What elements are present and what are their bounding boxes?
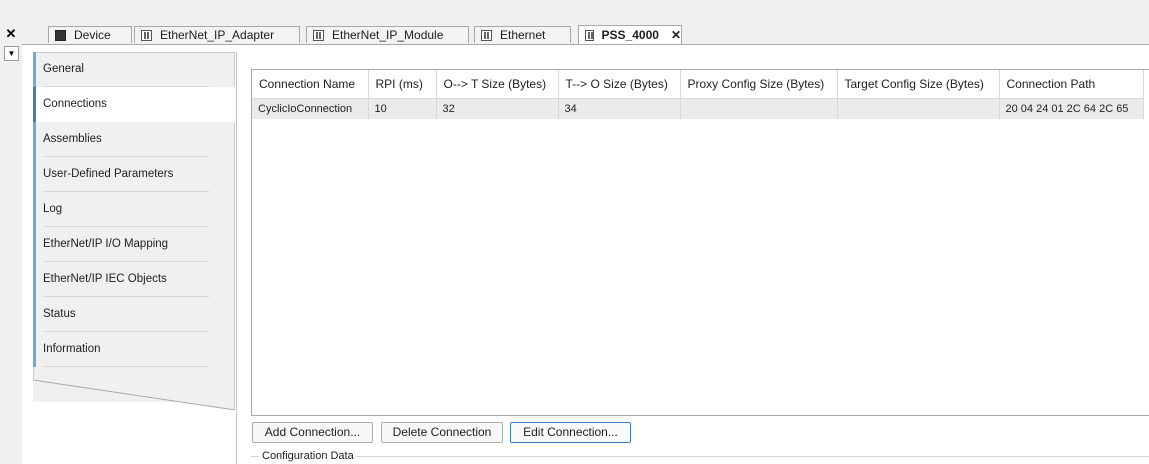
- tab-ethernet-ip-adapter[interactable]: EtherNet_IP_Adapter: [134, 26, 300, 43]
- nav-item-user-defined-parameters[interactable]: User-Defined Parameters: [33, 157, 235, 192]
- module-icon: [141, 29, 152, 41]
- column-header[interactable]: RPI (ms): [368, 70, 437, 99]
- column-header[interactable]: Proxy Config Size (Bytes): [680, 70, 838, 99]
- nav-item-connections[interactable]: Connections: [33, 87, 235, 122]
- column-header[interactable]: Connection Path: [999, 70, 1144, 99]
- nav-item-label: User-Defined Parameters: [43, 168, 174, 180]
- device-editor: General Connections Assemblies User-Defi…: [22, 45, 1149, 464]
- nav-item-iec-objects[interactable]: EtherNet/IP IEC Objects: [33, 262, 235, 297]
- nav-item-label: EtherNet/IP I/O Mapping: [43, 238, 169, 250]
- module-icon: [481, 29, 492, 41]
- tab-label: Ethernet: [500, 28, 546, 42]
- nav-item-log[interactable]: Log: [33, 192, 235, 227]
- column-header[interactable]: Connection Name: [252, 70, 369, 99]
- nav-item-label: Assemblies: [43, 133, 102, 145]
- nav-item-label: Information: [43, 343, 101, 355]
- column-header[interactable]: T--> O Size (Bytes): [558, 70, 681, 99]
- table-cell[interactable]: 20 04 24 01 2C 64 2C 65: [999, 98, 1144, 119]
- device-icon: [55, 29, 66, 41]
- module-icon: [585, 29, 594, 41]
- tab-ethernet-ip-module[interactable]: EtherNet_IP_Module: [306, 26, 469, 43]
- tab-label: Device: [74, 28, 111, 42]
- table-header-row: Connection Name RPI (ms) O--> T Size (By…: [252, 70, 1144, 99]
- chevron-down-icon[interactable]: ▼: [4, 46, 19, 61]
- tab-pss-4000[interactable]: PSS_4000 ✕: [578, 25, 682, 44]
- connections-grid: Connection Name RPI (ms) O--> T Size (By…: [251, 69, 1149, 416]
- table-cell[interactable]: [680, 98, 838, 119]
- delete-connection-button[interactable]: Delete Connection: [381, 422, 503, 443]
- close-icon[interactable]: ✕: [4, 26, 18, 42]
- table-cell[interactable]: [837, 98, 1000, 119]
- table-row[interactable]: CyclicIoConnection 10 32 34 20 04 24 01 …: [252, 98, 1144, 119]
- edit-connection-button[interactable]: Edit Connection...: [510, 422, 631, 443]
- title-strip: [0, 0, 1149, 24]
- nav-item-io-mapping[interactable]: EtherNet/IP I/O Mapping: [33, 227, 235, 262]
- table-cell[interactable]: 32: [436, 98, 559, 119]
- connections-panel: Connection Name RPI (ms) O--> T Size (By…: [236, 52, 1149, 464]
- nav-item-information[interactable]: Information: [33, 332, 235, 367]
- configuration-data-divider: [251, 456, 1149, 457]
- editor-nav: General Connections Assemblies User-Defi…: [33, 52, 235, 410]
- tab-device[interactable]: Device: [48, 26, 132, 43]
- nav-item-label: General: [43, 63, 84, 75]
- add-connection-button[interactable]: Add Connection...: [252, 422, 373, 443]
- tab-label: EtherNet_IP_Module: [332, 28, 444, 42]
- column-header[interactable]: Target Config Size (Bytes): [837, 70, 1000, 99]
- nav-item-assemblies[interactable]: Assemblies: [33, 122, 235, 157]
- tab-ethernet[interactable]: Ethernet: [474, 26, 571, 43]
- close-tab-icon[interactable]: ✕: [671, 28, 681, 42]
- column-header[interactable]: O--> T Size (Bytes): [436, 70, 559, 99]
- nav-item-label: Log: [43, 203, 63, 215]
- connections-table: Connection Name RPI (ms) O--> T Size (By…: [252, 70, 1144, 119]
- editor-tab-strip: Device EtherNet_IP_Adapter EtherNet_IP_M…: [22, 24, 1149, 45]
- nav-item-label: Connections: [43, 98, 107, 110]
- table-cell[interactable]: CyclicIoConnection: [252, 98, 369, 119]
- nav-item-label: EtherNet/IP IEC Objects: [43, 273, 167, 285]
- side-toolbar: ✕ ▼: [0, 24, 23, 464]
- table-cell[interactable]: 34: [558, 98, 681, 119]
- nav-item-status[interactable]: Status: [33, 297, 235, 332]
- tab-label: EtherNet_IP_Adapter: [160, 28, 275, 42]
- table-cell[interactable]: 10: [368, 98, 437, 119]
- tab-label: PSS_4000: [601, 28, 659, 42]
- nav-item-label: Status: [43, 308, 76, 320]
- configuration-data-label: Configuration Data: [259, 450, 357, 462]
- module-icon: [313, 29, 324, 41]
- nav-item-general[interactable]: General: [33, 52, 235, 87]
